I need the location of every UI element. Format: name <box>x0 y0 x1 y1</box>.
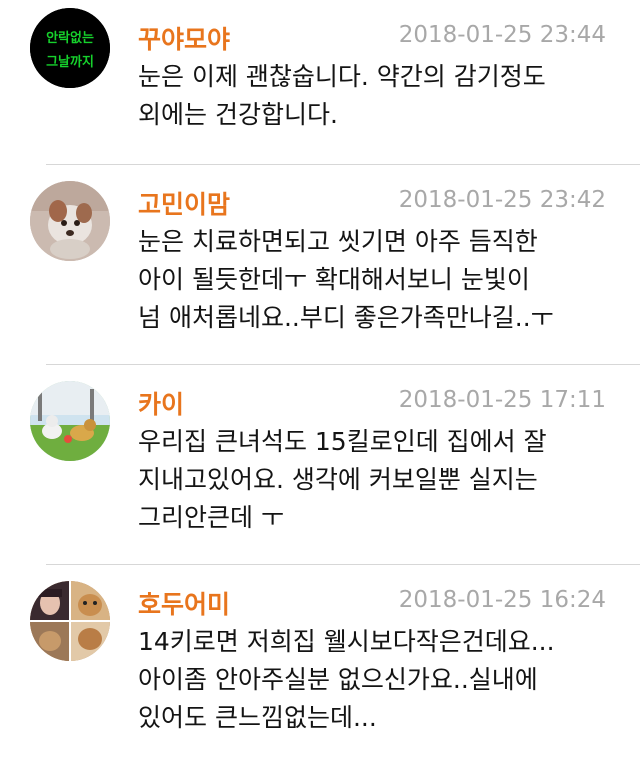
avatar-lettering-bottom: 그날까지 <box>46 55 94 70</box>
comment-text: 14키로면 저희집 웰시보다작은건데요... 아이좀 안아주실분 없으신가요..… <box>138 623 618 737</box>
comment-text: 눈은 치료하면되고 씻기면 아주 듬직한 아이 될듯한데ㅜ 확대해서보니 눈빛이… <box>138 223 618 337</box>
comment-author[interactable]: 꾸야모야 <box>138 20 230 56</box>
avatar-lettering-top: 안락없는 <box>46 30 94 46</box>
comment-author[interactable]: 카이 <box>138 385 184 421</box>
avatar[interactable] <box>30 581 110 661</box>
comment-line: 눈은 치료하면되고 씻기면 아주 듬직한 <box>138 227 538 256</box>
comment-line: 외에는 건강합니다. <box>138 100 338 129</box>
comment-line: 지내고있어요. 생각에 커보일뿐 실지는 <box>138 465 538 494</box>
comment-line: 아이좀 안아주실분 없으신가요..실내에 <box>138 665 538 694</box>
comment-timestamp: 2018-01-25 17:11 <box>398 387 606 413</box>
collage-photo-avatar-icon <box>30 581 110 661</box>
comment-line: 있어도 큰느낌없는데... <box>138 703 377 732</box>
comment-timestamp: 2018-01-25 16:24 <box>398 587 606 613</box>
comment-line: 14키로면 저희집 웰시보다작은건데요... <box>138 627 555 656</box>
comment-item[interactable]: 카이 2018-01-25 17:11 우리집 큰녀석도 15킬로인데 집에서 … <box>0 365 640 565</box>
avatar[interactable] <box>30 381 110 461</box>
comment-author[interactable]: 호두어미 <box>138 585 230 621</box>
comment-line: 그리안큰데 ㅜ <box>138 503 284 532</box>
comment-line: 아이 될듯한데ㅜ 확대해서보니 눈빛이 <box>138 265 530 294</box>
avatar[interactable]: 안락없는 그날까지 <box>30 8 110 88</box>
comment-author[interactable]: 고민이맘 <box>138 185 230 221</box>
comment-line: 눈은 이제 괜찮숩니다. 약간의 감기정도 <box>138 62 546 91</box>
comment-text: 우리집 큰녀석도 15킬로인데 집에서 잘 지내고있어요. 생각에 커보일뿐 실… <box>138 423 618 537</box>
comment-timestamp: 2018-01-25 23:44 <box>398 22 606 48</box>
comment-item[interactable]: 호두어미 2018-01-25 16:24 14키로면 저희집 웰시보다작은건데… <box>0 565 640 765</box>
avatar[interactable] <box>30 181 110 261</box>
comment-text: 눈은 이제 괜찮숩니다. 약간의 감기정도 외에는 건강합니다. <box>138 58 618 134</box>
text-logo-avatar-icon: 안락없는 그날까지 <box>30 8 110 88</box>
comment-line: 넘 애처롭네요..부디 좋은가족만나길..ㅜ <box>138 303 554 332</box>
comment-timestamp: 2018-01-25 23:42 <box>398 187 606 213</box>
comment-item[interactable]: 고민이맘 2018-01-25 23:42 눈은 치료하면되고 씻기면 아주 듬… <box>0 165 640 365</box>
dogs-on-grass-photo-avatar-icon <box>30 381 110 461</box>
puppy-photo-avatar-icon <box>30 181 110 261</box>
comment-line: 우리집 큰녀석도 15킬로인데 집에서 잘 <box>138 427 547 456</box>
